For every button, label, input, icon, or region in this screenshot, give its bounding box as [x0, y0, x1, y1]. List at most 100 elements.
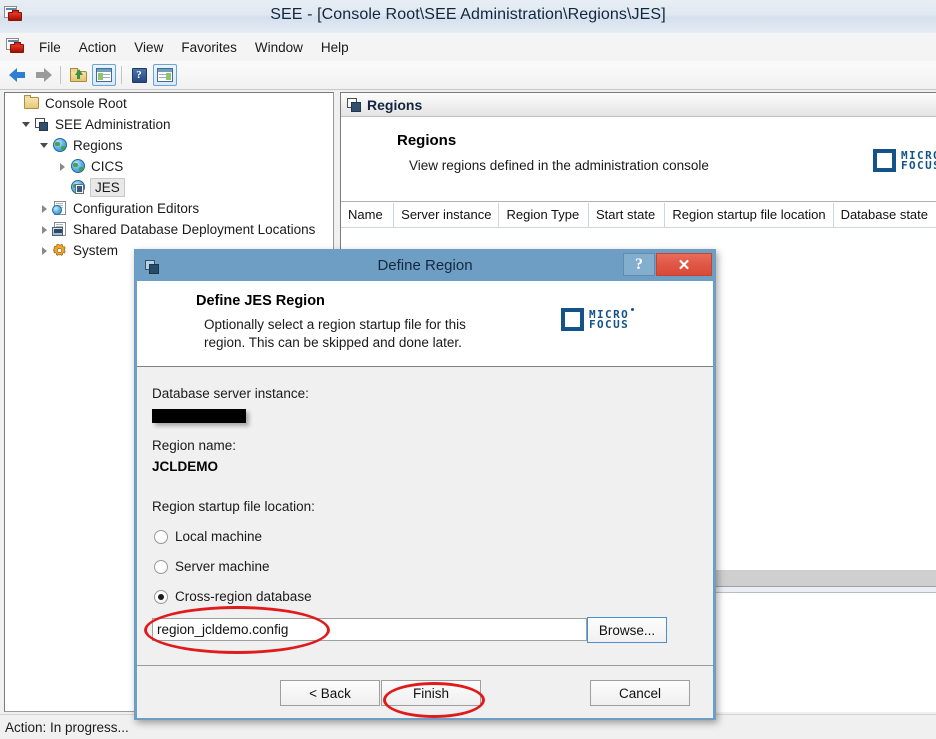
tree-label: CICS [91, 159, 124, 174]
logo-line-2: FOCUS [589, 317, 630, 331]
tree-item-shared-database-deployment-locations[interactable]: Shared Database Deployment Locations [5, 219, 333, 240]
registered-mark-icon [631, 307, 635, 311]
regions-header: Regions View regions defined in the admi… [341, 118, 936, 202]
tree-label: Shared Database Deployment Locations [73, 222, 316, 237]
define-region-dialog: Define Region ? ✕ Define JES Region Opti… [134, 249, 716, 720]
logo-line-2: FOCUS [901, 158, 936, 172]
tree-item-console-root[interactable]: Console Root [5, 93, 333, 114]
help-question-icon: ? [131, 67, 147, 83]
radio-local-machine[interactable]: Local machine [154, 529, 262, 544]
dialog-titlebar[interactable]: Define Region ? ✕ [137, 252, 713, 281]
region-startup-file-path-input[interactable] [152, 618, 587, 641]
snapin-icon [347, 97, 361, 112]
tree-label: SEE Administration [55, 117, 171, 132]
menu-favorites[interactable]: Favorites [172, 37, 246, 58]
menu-bar: File Action View Favorites Window Help [0, 33, 936, 62]
menu-help[interactable]: Help [312, 37, 358, 58]
tree-label: JES [90, 178, 125, 197]
menu-file[interactable]: File [30, 37, 70, 58]
micro-focus-logo: MICRO FOCUS [873, 149, 936, 172]
back-button[interactable] [5, 64, 29, 86]
tree-label: Configuration Editors [73, 201, 200, 216]
folder-icon [23, 95, 41, 112]
twisty-collapsed[interactable] [37, 240, 51, 261]
region-name-label: Region name: [152, 438, 237, 453]
column-header-start-state[interactable]: Start state [589, 203, 666, 227]
tree-label: Regions [73, 138, 123, 153]
left-pane-icon [96, 68, 112, 82]
dialog-body: Database server instance: Region name: J… [137, 368, 713, 665]
tree-item-configuration-editors[interactable]: Configuration Editors [5, 198, 333, 219]
region-startup-file-location-label: Region startup file location: [152, 499, 315, 514]
document-terminal-icon [51, 221, 69, 238]
menu-window[interactable]: Window [246, 37, 312, 58]
toolbar-separator-2 [121, 66, 122, 84]
menu-view[interactable]: View [125, 37, 172, 58]
twisty-collapsed[interactable] [55, 156, 69, 177]
database-server-instance-value-redacted [152, 409, 246, 423]
column-header-database-state[interactable]: Database state [834, 203, 936, 227]
cancel-button[interactable]: Cancel [590, 680, 690, 706]
dialog-banner: Define JES Region Optionally select a re… [137, 281, 713, 367]
globe-icon [51, 137, 69, 154]
finish-button[interactable]: Finish [381, 680, 481, 706]
column-header-name[interactable]: Name [341, 203, 395, 227]
page-title: Regions [397, 132, 457, 149]
micro-focus-square-icon [561, 308, 584, 331]
status-text: Action: In progress... [5, 719, 129, 735]
result-pane-caption-text: Regions [367, 96, 423, 113]
dialog-footer: < Back Finish Cancel [137, 665, 713, 718]
system-menu-icon[interactable] [6, 38, 26, 56]
browse-button[interactable]: Browse... [587, 617, 667, 643]
twisty-expanded[interactable] [19, 114, 33, 135]
twisty-expanded[interactable] [37, 135, 51, 156]
toolbar-separator-1 [60, 66, 61, 84]
folder-up-icon [69, 68, 87, 82]
dialog-help-button[interactable]: ? [623, 253, 655, 276]
result-pane-caption: Regions [341, 93, 936, 117]
tree-label: System [73, 243, 119, 258]
twisty-placeholder [9, 93, 23, 114]
arrow-right-icon [35, 68, 52, 82]
tree-item-regions[interactable]: Regions [5, 135, 333, 156]
radio-cross-region-database[interactable]: Cross-region database [154, 589, 312, 604]
dialog-close-button[interactable]: ✕ [656, 253, 712, 276]
document-globe-icon [51, 200, 69, 217]
right-pane-icon [157, 68, 173, 82]
globe-icon [69, 158, 87, 175]
back-button[interactable]: < Back [280, 680, 380, 706]
radio-unchecked-icon [154, 529, 168, 544]
radio-checked-icon [154, 589, 168, 604]
help-button[interactable]: ? [127, 64, 151, 86]
gear-icon [51, 242, 69, 259]
toolbar: ? [0, 61, 936, 90]
dialog-banner-title: Define JES Region [196, 293, 325, 309]
database-server-instance-label: Database server instance: [152, 386, 309, 401]
column-header-region-type[interactable]: Region Type [499, 203, 589, 227]
column-header-region-startup-file[interactable]: Region startup file location [665, 203, 834, 227]
column-header-server-instance[interactable]: Server instance [394, 203, 500, 227]
tree-item-jes[interactable]: JES [5, 177, 333, 198]
tree-item-cics[interactable]: CICS [5, 156, 333, 177]
up-one-level-button[interactable] [66, 64, 90, 86]
radio-server-machine[interactable]: Server machine [154, 559, 270, 574]
twisty-placeholder [55, 177, 69, 198]
globe-busy-icon [69, 179, 87, 196]
arrow-left-icon [8, 68, 26, 82]
show-hide-tree-button[interactable] [92, 64, 116, 86]
micro-focus-square-icon [873, 149, 896, 172]
dialog-banner-line-1: Optionally select a region startup file … [204, 317, 466, 332]
radio-label: Server machine [175, 559, 270, 574]
window-title: SEE - [Console Root\SEE Administration\R… [270, 6, 666, 23]
twisty-collapsed[interactable] [37, 198, 51, 219]
forward-button[interactable] [31, 64, 55, 86]
see-console-window: SEE - [Console Root\SEE Administration\R… [0, 0, 936, 739]
show-action-pane-button[interactable] [153, 64, 177, 86]
tree-item-see-administration[interactable]: SEE Administration [5, 114, 333, 135]
dialog-banner-line-2: region. This can be skipped and done lat… [204, 335, 462, 350]
menu-action[interactable]: Action [70, 37, 126, 58]
region-name-value: JCLDEMO [152, 459, 219, 474]
micro-focus-logo: MICRO FOCUS [561, 307, 635, 331]
twisty-collapsed[interactable] [37, 219, 51, 240]
radio-label: Local machine [175, 529, 263, 544]
